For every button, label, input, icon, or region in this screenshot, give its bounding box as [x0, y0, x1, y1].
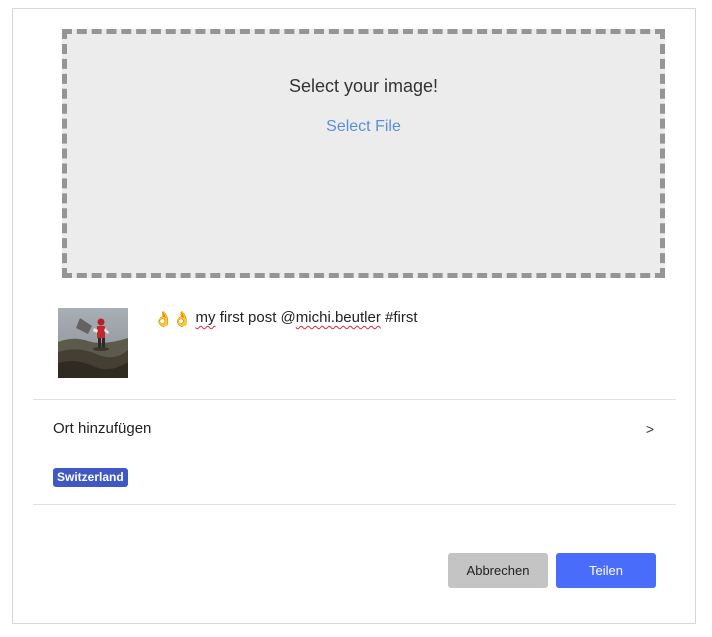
select-file-link[interactable]: Select File [326, 118, 401, 136]
image-dropzone[interactable]: Select your image! Select File [62, 29, 665, 278]
post-thumbnail [58, 308, 128, 378]
cancel-button[interactable]: Abbrechen [448, 553, 548, 588]
location-tag-switzerland[interactable]: Switzerland [53, 468, 128, 487]
post-caption[interactable]: 👌👌 my first post @michi.beutler #first [154, 309, 418, 328]
chevron-right-icon: > [645, 421, 654, 437]
add-location-row[interactable]: Ort hinzufügen > [33, 401, 676, 457]
add-location-label: Ort hinzufügen [53, 420, 152, 437]
caption-hashtag: #first [385, 309, 418, 326]
divider [33, 504, 676, 505]
dropzone-title: Select your image! [288, 76, 439, 96]
caption-mention: michi.beutler [295, 309, 381, 326]
divider [33, 399, 676, 400]
create-post-card: Select your image! Select File 👌👌 my fir… [12, 8, 696, 624]
caption-word-my: my [195, 309, 216, 326]
ok-hand-emoji-icon: 👌👌 [154, 311, 192, 328]
share-button[interactable]: Teilen [556, 553, 656, 588]
caption-text: first post @ [219, 309, 296, 326]
photo-thumbnail-icon [58, 308, 128, 378]
